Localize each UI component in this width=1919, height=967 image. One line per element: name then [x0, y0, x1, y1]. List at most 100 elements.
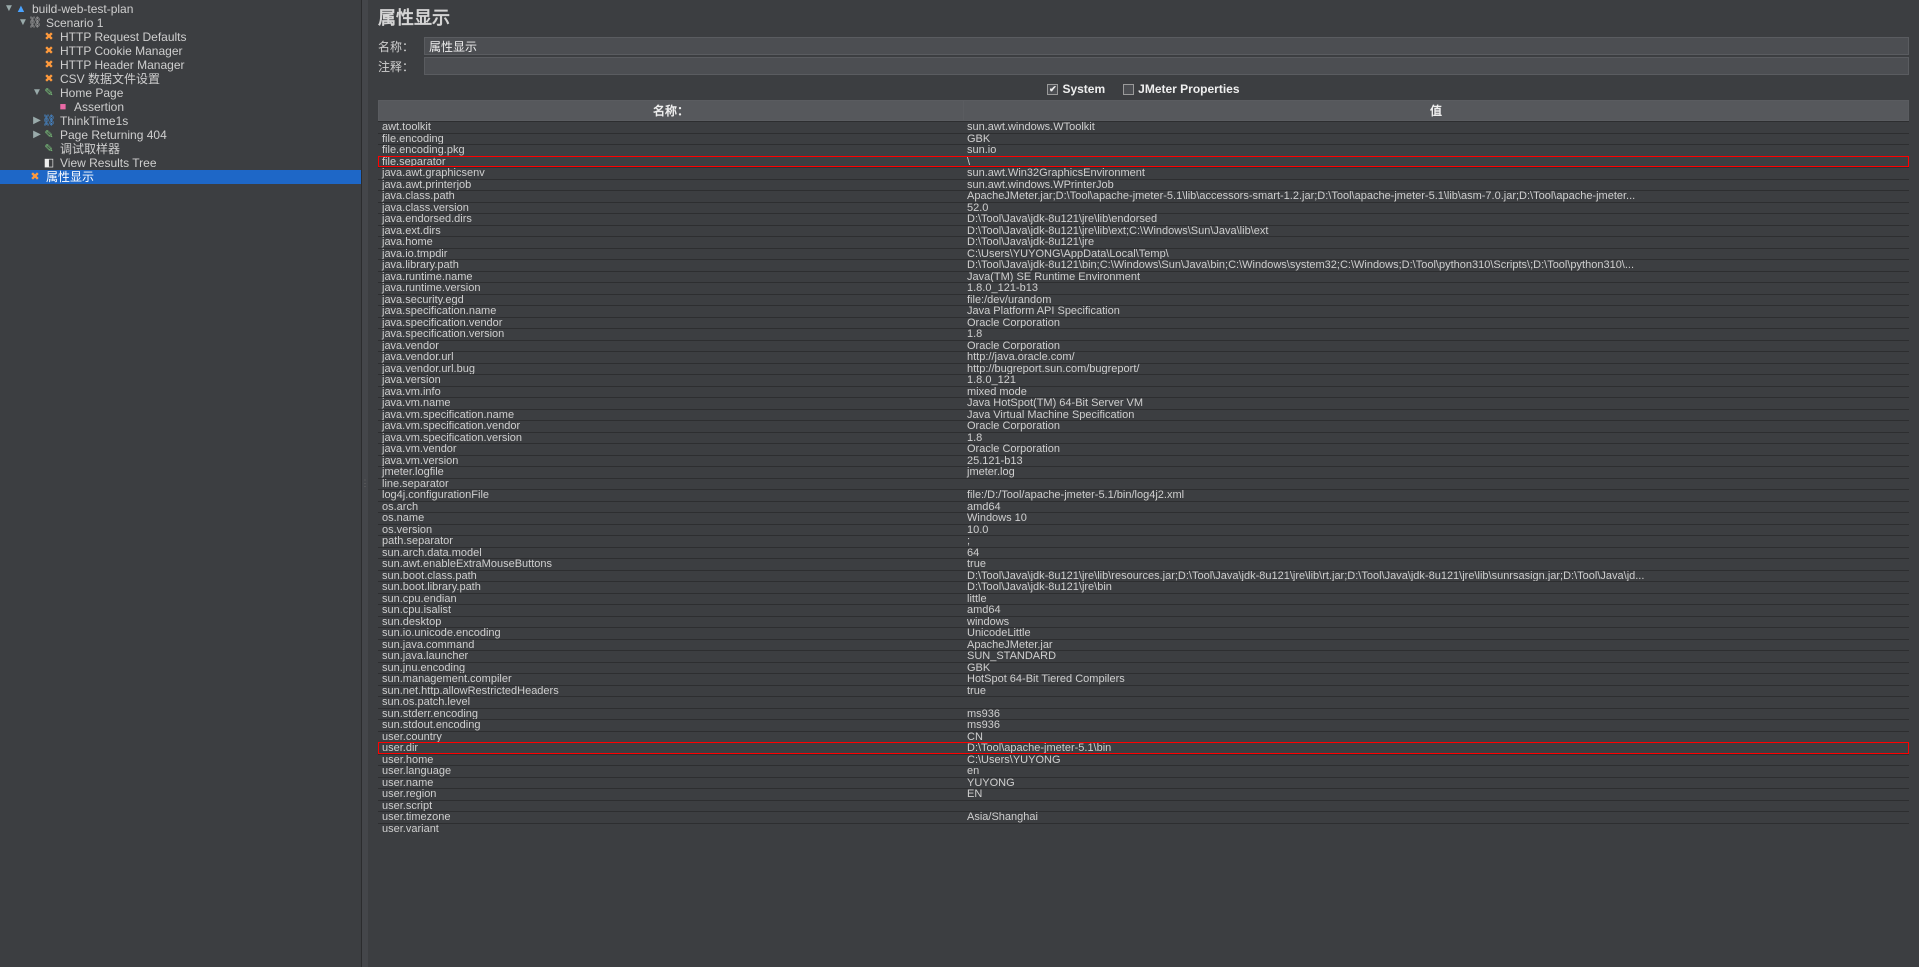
prop-name: java.specification.version [378, 329, 963, 340]
table-row[interactable]: java.endorsed.dirsD:\Tool\Java\jdk-8u121… [378, 213, 1909, 225]
table-row[interactable]: sun.java.commandApacheJMeter.jar [378, 639, 1909, 651]
table-row[interactable]: java.vm.specification.vendorOracle Corpo… [378, 420, 1909, 432]
tree-twisty-icon[interactable]: ▼ [32, 86, 42, 100]
table-row[interactable]: java.specification.version1.8 [378, 328, 1909, 340]
table-row[interactable]: user.countryCN [378, 731, 1909, 743]
prop-value: en [963, 766, 1909, 777]
table-row[interactable]: java.runtime.nameJava(TM) SE Runtime Env… [378, 271, 1909, 283]
tree-item[interactable]: ▼✎Home Page [0, 86, 361, 100]
table-row[interactable]: java.awt.graphicsenvsun.awt.Win32Graphic… [378, 167, 1909, 179]
table-row[interactable]: os.version10.0 [378, 524, 1909, 536]
table-row[interactable]: file.separator\ [378, 156, 1909, 168]
table-row[interactable]: jmeter.logfilejmeter.log [378, 466, 1909, 478]
table-row[interactable]: java.security.egdfile:/dev/urandom [378, 294, 1909, 306]
prop-name: java.vendor.url [378, 352, 963, 363]
table-row[interactable]: user.timezoneAsia/Shanghai [378, 811, 1909, 823]
tree-item[interactable]: ▶✎Page Returning 404 [0, 128, 361, 142]
table-row[interactable]: user.languageen [378, 765, 1909, 777]
table-row[interactable]: java.version1.8.0_121 [378, 374, 1909, 386]
table-row[interactable]: sun.awt.enableExtraMouseButtonstrue [378, 558, 1909, 570]
table-row[interactable]: os.archamd64 [378, 501, 1909, 513]
tree-item[interactable]: ▶✖属性显示 [0, 170, 361, 184]
table-row[interactable]: java.specification.nameJava Platform API… [378, 305, 1909, 317]
table-row[interactable]: java.vm.vendorOracle Corporation [378, 443, 1909, 455]
table-row[interactable]: java.class.pathApacheJMeter.jar;D:\Tool\… [378, 190, 1909, 202]
table-row[interactable]: java.io.tmpdirC:\Users\YUYONG\AppData\Lo… [378, 248, 1909, 260]
tree-item[interactable]: ▶✖HTTP Cookie Manager [0, 44, 361, 58]
table-row[interactable]: user.variant [378, 823, 1909, 835]
tree-item[interactable]: ▶■Assertion [0, 100, 361, 114]
table-row[interactable]: sun.desktopwindows [378, 616, 1909, 628]
tree-item[interactable]: ▼⛓Scenario 1 [0, 16, 361, 30]
tree-item[interactable]: ▶✖CSV 数据文件设置 [0, 72, 361, 86]
table-row[interactable]: java.library.pathD:\Tool\Java\jdk-8u121\… [378, 259, 1909, 271]
tree-twisty-icon[interactable]: ▶ [32, 114, 42, 128]
tree-item[interactable]: ▶✖HTTP Request Defaults [0, 30, 361, 44]
prop-value: 10.0 [963, 525, 1909, 536]
tree-item[interactable]: ▼▲build-web-test-plan [0, 2, 361, 16]
table-row[interactable]: user.nameYUYONG [378, 777, 1909, 789]
table-row[interactable]: file.encodingGBK [378, 133, 1909, 145]
table-row[interactable]: sun.management.compilerHotSpot 64-Bit Ti… [378, 673, 1909, 685]
table-row[interactable]: sun.cpu.endianlittle [378, 593, 1909, 605]
prop-value: Oracle Corporation [963, 421, 1909, 432]
tree-item[interactable]: ▶✖HTTP Header Manager [0, 58, 361, 72]
prop-name: sun.cpu.isalist [378, 605, 963, 616]
table-row[interactable]: java.vm.infomixed mode [378, 386, 1909, 398]
table-row[interactable]: java.vm.version25.121-b13 [378, 455, 1909, 467]
test-plan-tree[interactable]: ▼▲build-web-test-plan▼⛓Scenario 1▶✖HTTP … [0, 0, 362, 967]
table-row[interactable]: java.runtime.version1.8.0_121-b13 [378, 282, 1909, 294]
table-row[interactable]: user.homeC:\Users\YUYONG [378, 754, 1909, 766]
tree-item[interactable]: ▶⛓ThinkTime1s [0, 114, 361, 128]
col-header-value[interactable]: 值 [964, 101, 1908, 120]
table-row[interactable]: user.regionEN [378, 788, 1909, 800]
prop-value: amd64 [963, 605, 1909, 616]
jmeter-props-checkbox[interactable]: JMeter Properties [1123, 82, 1239, 96]
prop-value: D:\Tool\Java\jdk-8u121\bin;C:\Windows\Su… [963, 260, 1909, 271]
table-row[interactable]: sun.jnu.encodingGBK [378, 662, 1909, 674]
name-field[interactable] [424, 37, 1909, 55]
prop-value: C:\Users\YUYONG [963, 755, 1909, 766]
tree-twisty-icon[interactable]: ▼ [4, 2, 14, 16]
table-row[interactable]: log4j.configurationFilefile:/D:/Tool/apa… [378, 489, 1909, 501]
table-row[interactable]: java.homeD:\Tool\Java\jdk-8u121\jre [378, 236, 1909, 248]
table-row[interactable]: sun.io.unicode.encodingUnicodeLittle [378, 627, 1909, 639]
table-row[interactable]: sun.net.http.allowRestrictedHeaderstrue [378, 685, 1909, 697]
tree-item[interactable]: ▶✎调试取样器 [0, 142, 361, 156]
table-row[interactable]: java.vendorOracle Corporation [378, 340, 1909, 352]
table-row[interactable]: java.vendor.url.bughttp://bugreport.sun.… [378, 363, 1909, 375]
table-row[interactable]: sun.cpu.isalistamd64 [378, 604, 1909, 616]
table-row[interactable]: sun.java.launcherSUN_STANDARD [378, 650, 1909, 662]
comment-field[interactable] [424, 57, 1909, 75]
table-row[interactable]: java.awt.printerjobsun.awt.windows.WPrin… [378, 179, 1909, 191]
properties-table[interactable]: 名称： 值 awt.toolkitsun.awt.windows.WToolki… [368, 100, 1919, 967]
table-row[interactable]: os.nameWindows 10 [378, 512, 1909, 524]
table-row[interactable]: java.class.version52.0 [378, 202, 1909, 214]
table-row[interactable]: sun.boot.class.pathD:\Tool\Java\jdk-8u12… [378, 570, 1909, 582]
prop-value: 1.8 [963, 329, 1909, 340]
prop-name: java.specification.vendor [378, 318, 963, 329]
tree-twisty-icon[interactable]: ▶ [32, 128, 42, 142]
table-row[interactable]: java.specification.vendorOracle Corporat… [378, 317, 1909, 329]
table-row[interactable]: line.separator [378, 478, 1909, 490]
table-row[interactable]: java.vm.specification.nameJava Virtual M… [378, 409, 1909, 421]
table-row[interactable]: java.vm.nameJava HotSpot(TM) 64-Bit Serv… [378, 397, 1909, 409]
prop-name: user.country [378, 732, 963, 743]
table-row[interactable]: path.separator; [378, 535, 1909, 547]
table-row[interactable]: file.encoding.pkgsun.io [378, 144, 1909, 156]
col-header-name[interactable]: 名称： [379, 101, 964, 120]
table-row[interactable]: awt.toolkitsun.awt.windows.WToolkit [378, 121, 1909, 133]
table-row[interactable]: user.dirD:\Tool\apache-jmeter-5.1\bin [378, 742, 1909, 754]
table-row[interactable]: java.vendor.urlhttp://java.oracle.com/ [378, 351, 1909, 363]
tree-twisty-icon[interactable]: ▼ [18, 16, 28, 30]
table-row[interactable]: java.vm.specification.version1.8 [378, 432, 1909, 444]
table-row[interactable]: sun.arch.data.model64 [378, 547, 1909, 559]
system-checkbox[interactable]: System [1047, 82, 1105, 96]
table-row[interactable]: sun.os.patch.level [378, 696, 1909, 708]
table-row[interactable]: user.script [378, 800, 1909, 812]
table-row[interactable]: sun.stdout.encodingms936 [378, 719, 1909, 731]
table-row[interactable]: sun.boot.library.pathD:\Tool\Java\jdk-8u… [378, 581, 1909, 593]
table-row[interactable]: java.ext.dirsD:\Tool\Java\jdk-8u121\jre\… [378, 225, 1909, 237]
table-row[interactable]: sun.stderr.encodingms936 [378, 708, 1909, 720]
tree-item[interactable]: ▶◧View Results Tree [0, 156, 361, 170]
